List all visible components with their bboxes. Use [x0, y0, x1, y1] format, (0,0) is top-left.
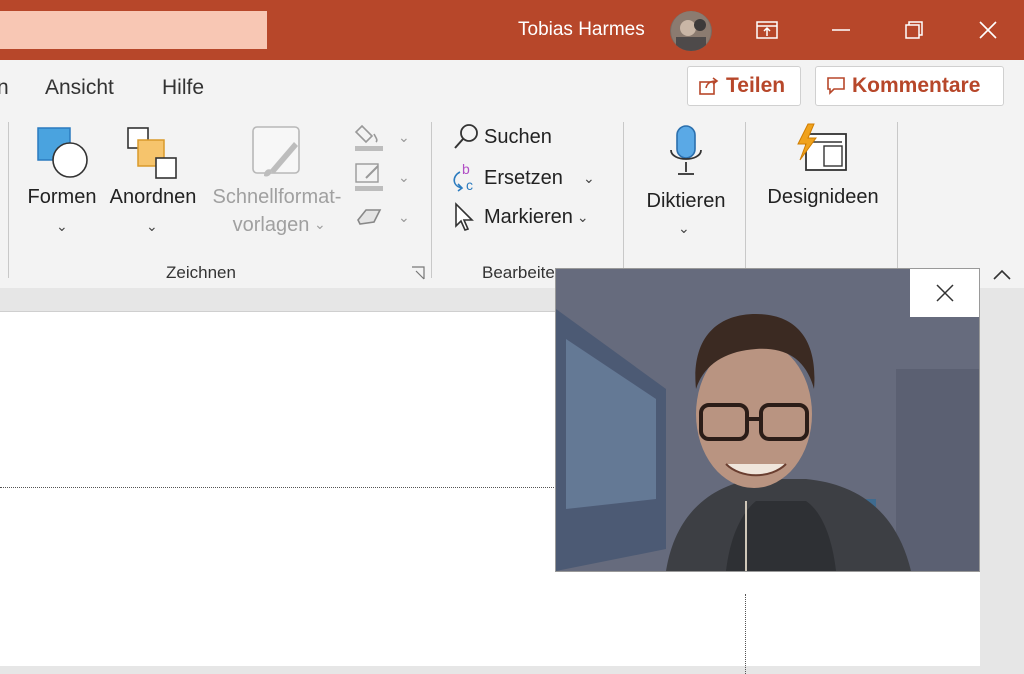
ribbon-display-options-button[interactable] — [747, 10, 787, 50]
shapes-label: Formen — [27, 186, 97, 208]
chevron-down-icon: ⌄ — [56, 218, 68, 234]
separator — [897, 122, 898, 278]
shape-fill-button[interactable]: ⌄ — [352, 120, 410, 154]
shape-outline-button[interactable]: ⌄ — [352, 160, 410, 194]
minimize-icon — [832, 29, 850, 31]
cursor-icon — [455, 202, 474, 231]
quickstyles-icon — [252, 126, 300, 177]
title-bar: Tobias Harmes — [0, 0, 1024, 60]
chevron-down-icon: ⌄ — [576, 208, 589, 225]
design-ideas-icon — [797, 123, 847, 171]
comments-button[interactable]: Kommentare — [815, 66, 1004, 106]
find-label: Suchen — [484, 125, 552, 148]
close-camera-button[interactable] — [910, 269, 979, 317]
select-label: Markieren — [484, 205, 573, 228]
effects-icon — [357, 209, 382, 225]
replace-button[interactable]: bc Ersetzen ⌄ — [450, 162, 595, 194]
chevron-down-icon: ⌄ — [582, 169, 595, 186]
share-label: Teilen — [726, 74, 786, 97]
quick-styles-label-1: Schnellformat- — [212, 186, 342, 208]
search-icon — [454, 124, 478, 149]
chevron-down-icon: ⌄ — [398, 208, 410, 225]
separator — [745, 122, 746, 278]
restore-icon — [905, 21, 923, 39]
ribbon: Formen ⌄ Anordnen ⌄ Schnellformat- vorla… — [0, 114, 1024, 289]
chevron-down-icon: ⌄ — [398, 128, 410, 145]
share-button[interactable]: Teilen — [687, 66, 801, 106]
find-button[interactable]: Suchen — [452, 122, 552, 152]
replace-icon: bc — [453, 162, 473, 193]
ribbon-display-icon — [756, 21, 778, 39]
replace-label: Ersetzen — [484, 166, 563, 189]
chevron-down-icon: ⌄ — [678, 220, 690, 236]
chevron-down-icon: ⌄ — [398, 168, 410, 185]
shape-effects-button[interactable]: ⌄ — [352, 202, 410, 232]
separator — [8, 122, 9, 278]
close-icon — [979, 21, 997, 39]
guide-line-horizontal — [0, 487, 560, 488]
microphone-icon — [670, 125, 702, 175]
guide-line-vertical — [745, 594, 746, 674]
quick-styles-button[interactable]: Schnellformat- vorlagen ⌄ — [208, 122, 346, 246]
design-ideas-label: Designideen — [767, 186, 879, 208]
design-ideas-button[interactable]: Designideen — [760, 120, 886, 230]
separator — [431, 122, 432, 278]
tab-hilfe[interactable]: Hilfe — [162, 76, 204, 100]
ribbon-tabs: n Ansicht Hilfe Teilen Kommentare — [0, 60, 1024, 114]
collapse-icon[interactable] — [992, 268, 1012, 282]
svg-text:b: b — [462, 162, 470, 177]
arrange-label: Anordnen — [109, 186, 197, 208]
close-icon — [935, 284, 954, 302]
arrange-icon — [127, 127, 177, 179]
comment-icon — [827, 77, 845, 95]
search-bar[interactable] — [0, 11, 267, 49]
camera-preview — [555, 268, 980, 572]
tab-ansicht[interactable]: Ansicht — [45, 76, 114, 100]
editing-group-label: Bearbeiten — [482, 263, 565, 282]
drawing-group-label: Zeichnen — [166, 263, 236, 282]
chevron-down-icon: ⌄ — [314, 216, 326, 232]
shapes-button[interactable]: Formen ⌄ — [28, 122, 96, 242]
fill-icon — [354, 124, 383, 151]
arrange-button[interactable]: Anordnen ⌄ — [106, 122, 200, 242]
close-window-button[interactable] — [968, 10, 1008, 50]
quick-styles-label-2: vorlagen — [232, 214, 310, 236]
select-button[interactable]: Markieren ⌄ — [452, 202, 589, 232]
share-icon — [699, 77, 719, 95]
chevron-down-icon: ⌄ — [146, 218, 158, 234]
comments-label: Kommentare — [852, 74, 981, 97]
dictate-button[interactable]: Diktieren ⌄ — [640, 120, 732, 244]
dialog-launcher-icon[interactable] — [411, 266, 425, 280]
dictate-label: Diktieren — [646, 190, 726, 212]
restore-button[interactable] — [894, 10, 934, 50]
separator — [623, 122, 624, 278]
tab-partial[interactable]: n — [0, 76, 9, 100]
svg-text:c: c — [466, 177, 473, 193]
minimize-button[interactable] — [821, 10, 861, 50]
avatar[interactable] — [670, 11, 712, 51]
user-name[interactable]: Tobias Harmes — [518, 19, 645, 41]
shapes-icon — [37, 127, 88, 178]
outline-icon — [355, 163, 383, 191]
